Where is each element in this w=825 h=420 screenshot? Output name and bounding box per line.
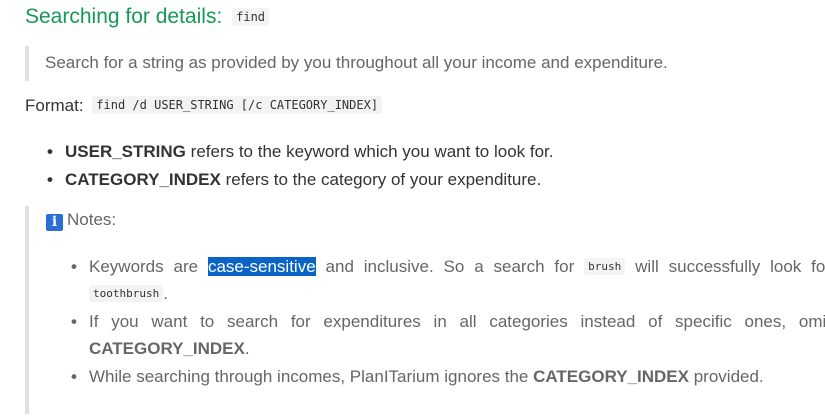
param-name: USER_STRING xyxy=(65,142,186,161)
note-text: While searching through incomes, PlanITa… xyxy=(89,367,529,386)
note-text: and inclusive. So a search for xyxy=(325,257,575,276)
notes-header: i Notes: xyxy=(46,210,116,231)
format-line: Format: find /d USER_STRING [/c CATEGORY… xyxy=(25,96,383,116)
format-code: find /d USER_STRING [/c CATEGORY_INDEX] xyxy=(92,96,383,114)
section-heading: Searching for details: find xyxy=(25,5,270,29)
notes-list: • Keywords are case-sensitive and inclus… xyxy=(71,254,825,391)
bullet-icon: • xyxy=(71,367,77,386)
note-text: provided. xyxy=(693,367,764,386)
heading-command-code: find xyxy=(232,8,270,26)
info-icon: i xyxy=(46,214,63,231)
note-text: If you want to search for expenditures i… xyxy=(89,312,825,331)
notes-blockquote: i Notes: • Keywords are case-sensitive an… xyxy=(25,206,825,414)
description-blockquote: Search for a string as provided by you t… xyxy=(25,46,809,81)
bullet-icon: • xyxy=(71,257,77,276)
note-bold-term: CATEGORY_INDEX xyxy=(89,338,245,358)
bullet-icon: • xyxy=(47,170,53,189)
note-item: • While searching through incomes, PlanI… xyxy=(71,364,825,391)
selected-text[interactable]: case-sensitive xyxy=(207,257,316,276)
bullet-icon: • xyxy=(47,142,53,161)
param-name: CATEGORY_INDEX xyxy=(65,170,221,189)
document-page: Searching for details: find Search for a… xyxy=(0,0,825,420)
note-text: will successfully look for xyxy=(635,257,825,276)
note-item: • If you want to search for expenditures… xyxy=(71,309,825,362)
description-text: Search for a string as provided by you t… xyxy=(45,53,668,72)
note-item: • Keywords are case-sensitive and inclus… xyxy=(71,254,825,307)
inline-code: toothbrush xyxy=(89,284,164,302)
list-item: • USER_STRING refers to the keyword which… xyxy=(47,140,554,168)
heading-text: Searching for details: xyxy=(25,5,223,28)
notes-title: Notes: xyxy=(67,210,117,229)
bullet-icon: • xyxy=(71,312,77,331)
note-text: . xyxy=(244,338,250,358)
param-desc: refers to the keyword which you want to … xyxy=(190,142,554,161)
note-text: Keywords are xyxy=(89,257,199,276)
format-label: Format: xyxy=(25,96,84,115)
note-bold-term: CATEGORY_INDEX xyxy=(533,367,689,386)
parameter-list: • USER_STRING refers to the keyword which… xyxy=(47,140,554,196)
param-desc: refers to the category of your expenditu… xyxy=(225,170,542,189)
inline-code: brush xyxy=(584,258,626,275)
list-item: • CATEGORY_INDEX refers to the category o… xyxy=(47,168,554,196)
note-text: . xyxy=(163,283,168,303)
